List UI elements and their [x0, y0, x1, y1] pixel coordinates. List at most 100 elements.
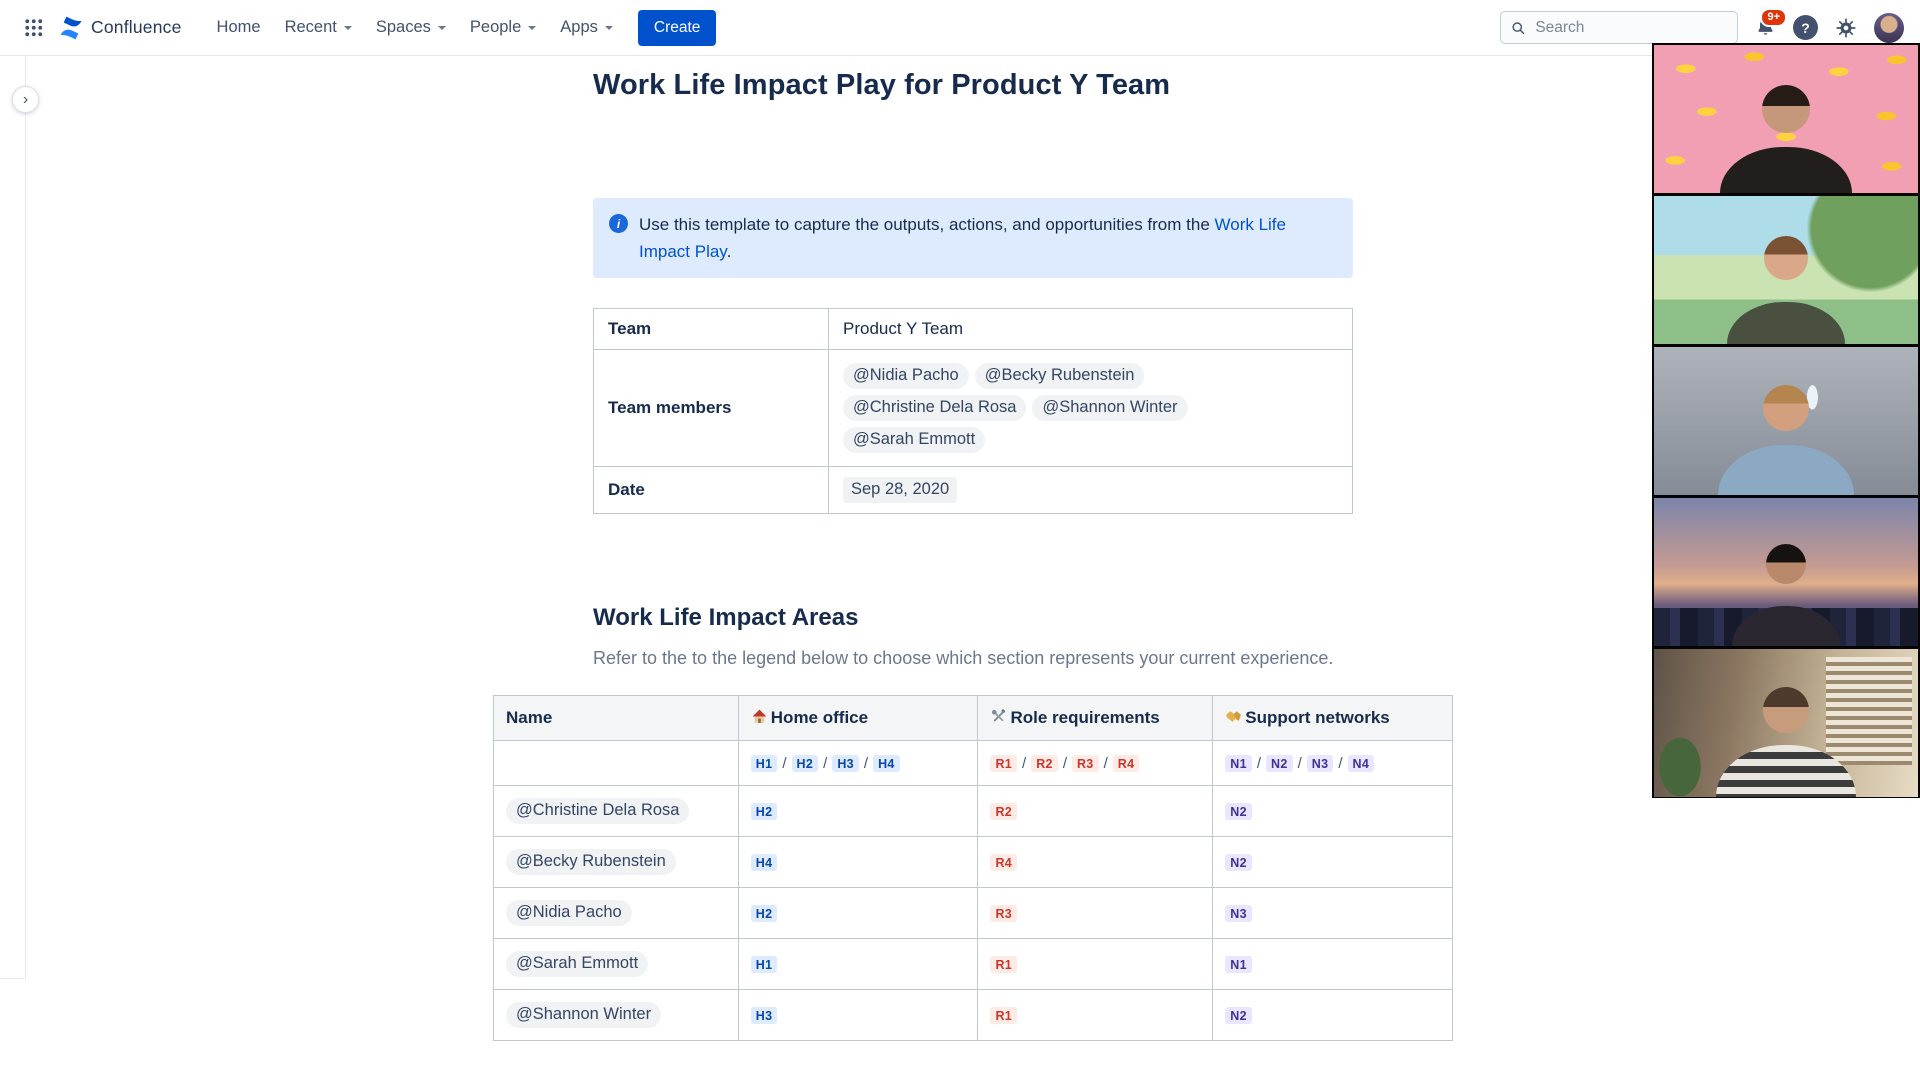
legend-home-cell: H1/H2/H3/H4	[737, 740, 979, 786]
legend-row: H1/H2/H3/H4 R1/R2/R3/R4 N1/N2/N3/N4	[493, 740, 1453, 786]
user-mention[interactable]: @Christine Dela Rosa	[843, 395, 1027, 421]
search-box[interactable]	[1500, 11, 1738, 44]
header-role-label: Role requirements	[1010, 708, 1160, 727]
separator: /	[1062, 755, 1067, 772]
nav-item-spaces[interactable]: Spaces	[365, 11, 457, 44]
status-lozenge: H4	[750, 854, 778, 871]
page-title: Work Life Impact Play for Product Y Team	[593, 69, 1171, 101]
table-row: @Sarah Emmott H1 R1 N1	[493, 938, 1453, 990]
table-row: Team Product Y Team	[593, 308, 1353, 350]
sidebar-expand-button[interactable]: ›	[12, 86, 39, 113]
app-switcher-button[interactable]	[16, 11, 50, 45]
topbar-right-cluster: 9+ ?	[1500, 8, 1904, 44]
video-participant-tile-5[interactable]	[1652, 647, 1920, 798]
status-lozenge: R1	[990, 956, 1018, 973]
separator: /	[863, 755, 869, 772]
role-cell: R3	[977, 887, 1214, 939]
status-lozenge: R4	[990, 854, 1018, 871]
separator: /	[823, 755, 828, 772]
status-lozenge: N2	[1225, 854, 1252, 871]
page-content: Work Life Impact Play for Product Y Team…	[26, 56, 1920, 1080]
separator: /	[1256, 755, 1262, 772]
role-cell: R2	[977, 785, 1214, 837]
confluence-logo[interactable]: Confluence	[58, 15, 182, 41]
confluence-logo-icon	[60, 16, 82, 39]
separator: /	[782, 755, 787, 772]
status-lozenge: R3	[990, 905, 1018, 922]
house-icon	[752, 709, 767, 723]
status-lozenge: H2	[750, 905, 778, 922]
notification-count-badge: 9+	[1760, 8, 1787, 27]
status-lozenge: H1	[750, 956, 778, 973]
nav-item-recent[interactable]: Recent	[274, 11, 363, 44]
table-row: @Becky Rubenstein H4 R4 N2	[493, 836, 1453, 888]
name-cell: @Nidia Pacho	[493, 887, 739, 939]
legend-support-cell: N1/N2/N3/N4	[1212, 740, 1453, 786]
team-members-cell: @Nidia Pacho @Becky Rubenstein @Christine …	[828, 349, 1353, 467]
impact-table-wrapper: Name Home office Role requirements Suppo…	[493, 695, 1453, 1041]
status-lozenge: N4	[1347, 755, 1375, 772]
header-support-networks: Support networks	[1212, 695, 1453, 741]
table-row: Date Sep 28, 2020	[593, 466, 1353, 514]
user-mention[interactable]: @Shannon Winter	[506, 1002, 662, 1028]
status-lozenge: H1	[750, 755, 778, 772]
table-row: @Shannon Winter H3 R1 N2	[493, 989, 1453, 1041]
user-mention[interactable]: @Becky Rubenstein	[974, 363, 1145, 389]
user-mention[interactable]: @Shannon Winter	[1032, 395, 1188, 421]
date-lozenge: Sep 28, 2020	[843, 477, 958, 503]
role-cell: R1	[977, 938, 1214, 990]
user-mention[interactable]: @Sarah Emmott	[506, 951, 649, 977]
chevron-right-icon: ›	[22, 90, 29, 108]
team-value-cell: Product Y Team	[828, 308, 1353, 350]
video-participant-tile-1[interactable]	[1652, 43, 1920, 194]
create-button[interactable]: Create	[637, 9, 717, 46]
support-cell: N2	[1212, 836, 1453, 888]
home-cell: H2	[737, 785, 979, 837]
table-row: @Christine Dela Rosa H2 R2 N2	[493, 785, 1453, 837]
help-button[interactable]: ?	[1793, 15, 1818, 40]
table-row: Team members @Nidia Pacho @Becky Rubenste…	[593, 349, 1353, 467]
legend-role-cell: R1/R2/R3/R4	[977, 740, 1214, 786]
top-navigation-bar: Confluence Home Recent Spaces People App…	[0, 0, 1920, 56]
video-participant-tile-4[interactable]	[1652, 496, 1920, 647]
video-participant-tile-3[interactable]	[1652, 345, 1920, 496]
search-icon	[1512, 21, 1525, 34]
nav-item-home[interactable]: Home	[206, 11, 272, 44]
status-lozenge: R4	[1112, 755, 1140, 772]
grid-icon	[23, 18, 43, 37]
notifications-button[interactable]: 9+	[1755, 8, 1787, 38]
nav-item-people[interactable]: People	[459, 11, 547, 44]
user-mention[interactable]: @Becky Rubenstein	[506, 849, 676, 875]
primary-nav: Home Recent Spaces People Apps	[206, 11, 624, 44]
separator: /	[1022, 755, 1027, 772]
date-value-cell: Sep 28, 2020	[828, 466, 1353, 514]
role-cell: R4	[977, 836, 1214, 888]
info-panel-text: Use this template to capture the outputs…	[639, 211, 1337, 265]
name-cell: @Christine Dela Rosa	[493, 785, 739, 837]
status-lozenge: N3	[1225, 905, 1252, 922]
participant-camera-feed	[1654, 347, 1918, 495]
home-cell: H2	[737, 887, 979, 939]
settings-button[interactable]	[1835, 17, 1857, 39]
user-mention[interactable]: @Nidia Pacho	[843, 363, 969, 389]
team-info-table: Team Product Y Team Team members @Nidia …	[593, 308, 1353, 514]
status-lozenge: N2	[1266, 755, 1293, 772]
status-lozenge: R1	[990, 1007, 1018, 1024]
header-role-requirements: Role requirements	[977, 695, 1214, 741]
support-cell: N2	[1212, 989, 1453, 1041]
user-mention[interactable]: @Christine Dela Rosa	[506, 798, 690, 824]
user-mention[interactable]: @Nidia Pacho	[506, 900, 632, 926]
handshake-icon	[1226, 711, 1242, 722]
status-lozenge: H2	[750, 803, 778, 820]
user-mention[interactable]: @Sarah Emmott	[843, 427, 986, 453]
nav-item-apps[interactable]: Apps	[549, 11, 624, 44]
role-cell: R1	[977, 989, 1214, 1041]
video-participant-tile-2[interactable]	[1652, 194, 1920, 345]
user-avatar[interactable]	[1874, 12, 1904, 43]
separator: /	[1297, 755, 1302, 772]
home-cell: H3	[737, 989, 979, 1041]
team-members-label-cell: Team members	[593, 349, 829, 467]
product-name: Confluence	[91, 17, 182, 37]
search-input[interactable]	[1533, 17, 1727, 38]
section-heading: Work Life Impact Areas	[593, 604, 859, 631]
